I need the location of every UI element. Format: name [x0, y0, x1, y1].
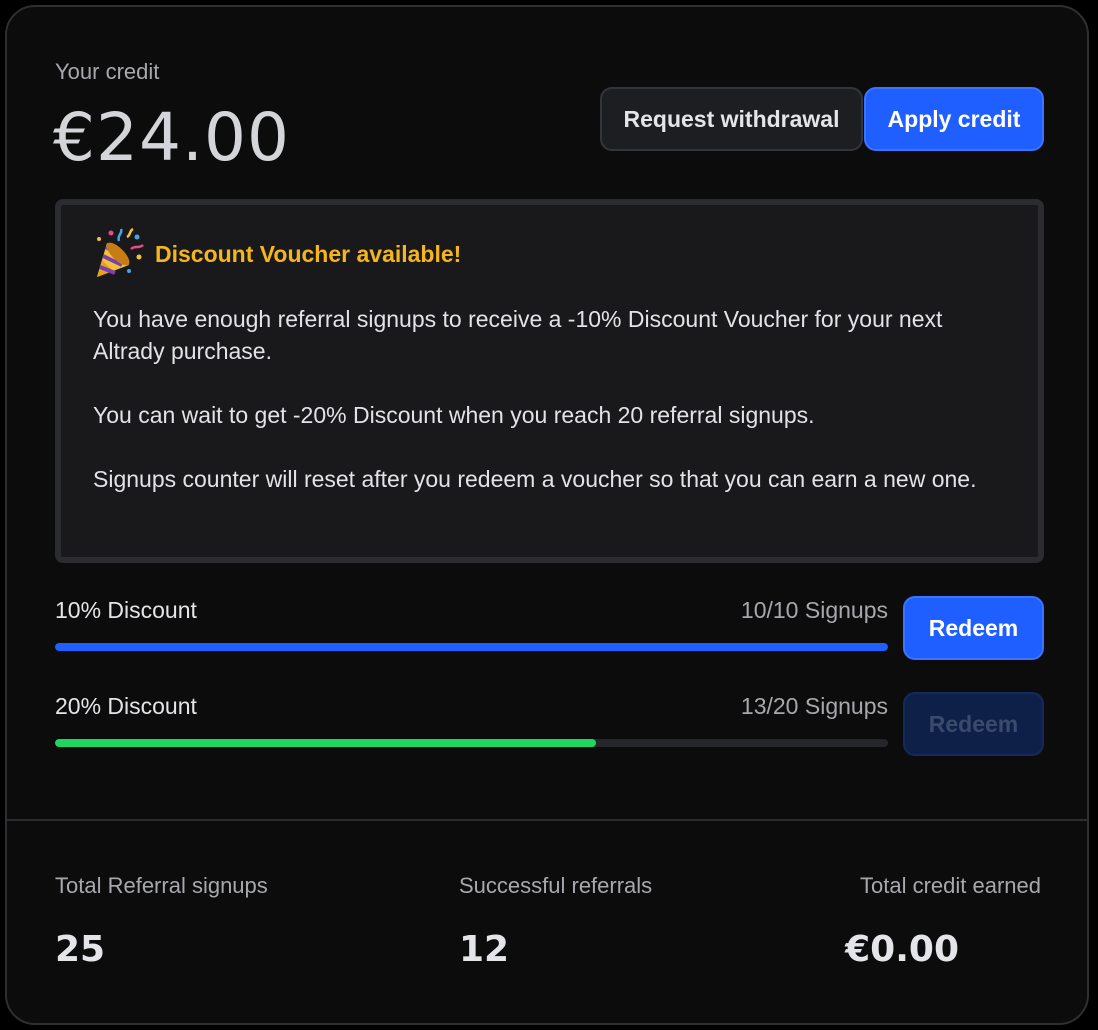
- notice-paragraph: Signups counter will reset after you red…: [93, 466, 977, 492]
- total-credit-earned-label: Total credit earned: [860, 873, 1041, 898]
- discount-20-progress-fill: [55, 739, 597, 747]
- referral-credit-card: Your credit €24.00 Request withdrawal Ap…: [5, 5, 1089, 1025]
- discount-20-count: 13/20 Signups: [740, 693, 888, 719]
- divider: [7, 819, 1087, 821]
- successful-referrals-value: 12: [459, 929, 510, 970]
- request-withdrawal-button[interactable]: Request withdrawal: [600, 87, 863, 151]
- apply-credit-button[interactable]: Apply credit: [864, 87, 1044, 151]
- discount-20-progress-track: [55, 739, 888, 747]
- total-credit-earned-value: €0.00: [845, 929, 959, 970]
- discount-10-label: 10% Discount: [55, 597, 197, 623]
- redeem-20-button[interactable]: Redeem: [903, 692, 1044, 756]
- notice-title: Discount Voucher available!: [155, 240, 462, 267]
- party-popper-icon: [97, 227, 144, 277]
- notice-paragraph: You have enough referral signups to rece…: [93, 306, 943, 364]
- discount-20-label: 20% Discount: [55, 693, 197, 719]
- notice-paragraph: You can wait to get -20% Discount when y…: [93, 402, 815, 428]
- credit-label: Your credit: [55, 59, 160, 84]
- total-referral-signups-label: Total Referral signups: [55, 873, 268, 898]
- notice-header: Discount Voucher available!: [91, 227, 461, 281]
- redeem-10-button[interactable]: Redeem: [903, 596, 1044, 660]
- discount-10-progress-track: [55, 643, 888, 651]
- discount-10-count: 10/10 Signups: [740, 597, 888, 623]
- successful-referrals-label: Successful referrals: [459, 873, 653, 898]
- discount-voucher-notice: Discount Voucher available! You have eno…: [55, 199, 1044, 563]
- credit-amount: €24.00: [53, 99, 290, 176]
- total-referral-signups-value: 25: [55, 929, 106, 970]
- discount-10-progress-fill: [55, 643, 888, 651]
